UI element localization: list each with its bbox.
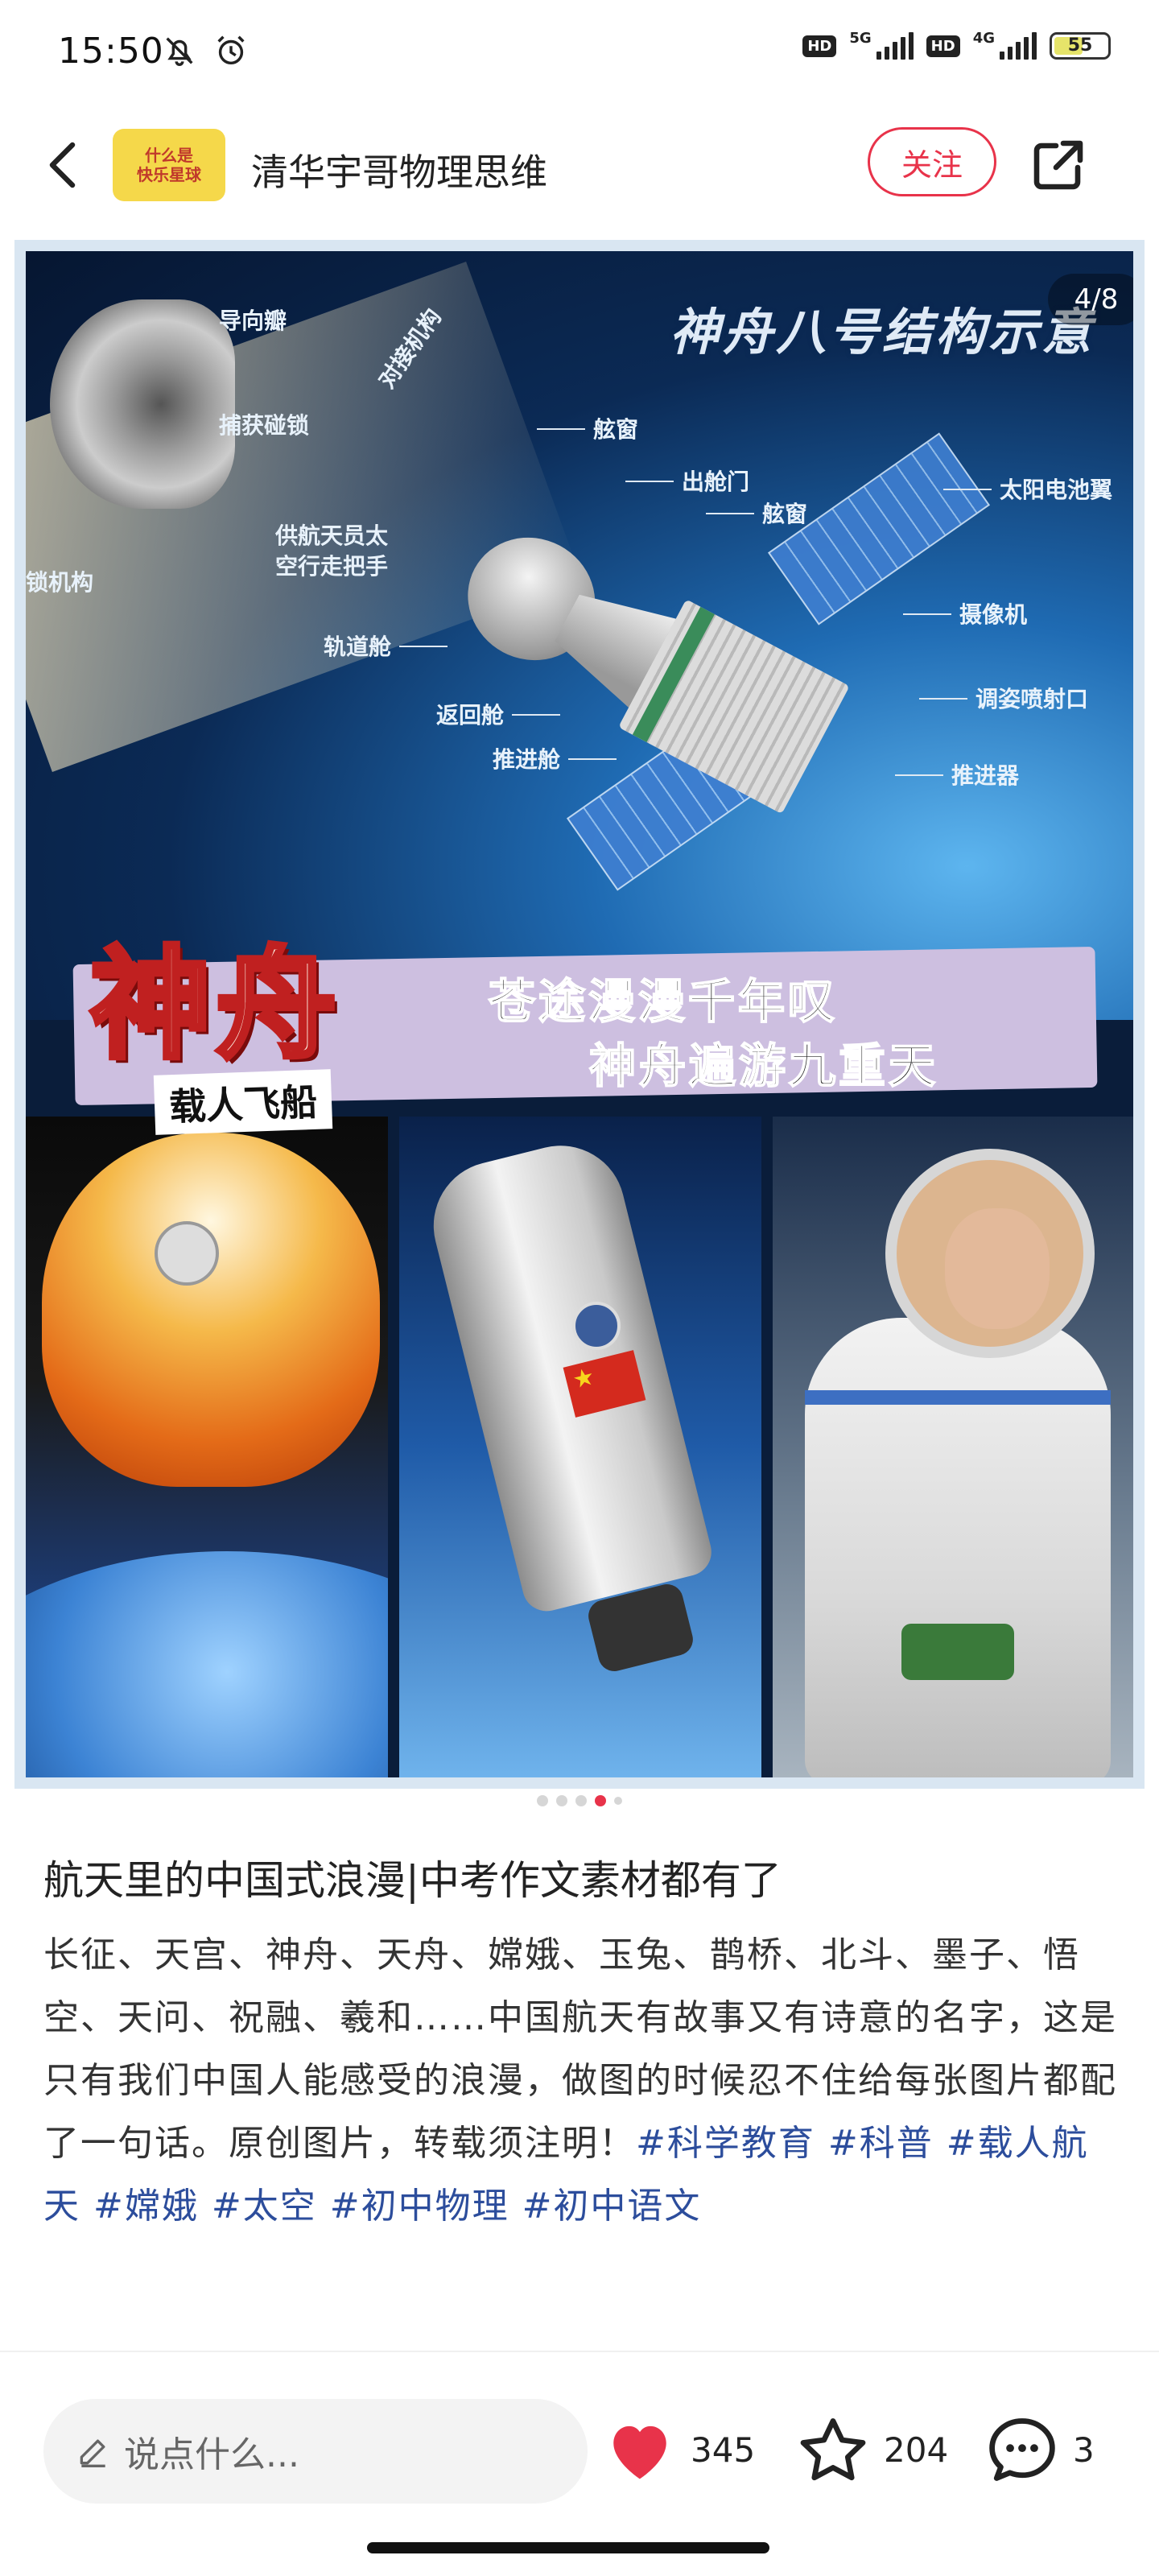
divider	[0, 2351, 1159, 2352]
poem-line-1: 苍途漫漫千年叹	[488, 973, 839, 1030]
bottom-action-bar: 说点什么... 345 204 3	[0, 2367, 1159, 2528]
heart-filled-icon	[613, 2425, 666, 2479]
post-image-frame: 导向瓣 捕获碰锁 锁机构 对接机构 神舟八号结构示意 4/8 舷窗 出舱门 舷窗…	[14, 240, 1145, 1789]
capsule-window	[155, 1221, 219, 1286]
label-return-module: 返回舱	[436, 698, 561, 730]
hashtag-link[interactable]: #太空	[199, 2186, 317, 2227]
status-icons-left	[161, 32, 250, 72]
comment-placeholder: 说点什么...	[124, 2434, 299, 2475]
astronaut-face	[945, 1208, 1050, 1329]
comment-input[interactable]: 说点什么...	[43, 2399, 588, 2504]
post-body: 长征、天宫、神舟、天舟、嫦娥、玉兔、鹊桥、北斗、墨子、悟空、天问、祝融、羲和………	[43, 1924, 1122, 2238]
space-emblem	[572, 1302, 621, 1350]
suit-stripe	[805, 1390, 1111, 1405]
docking-mechanism-picture	[50, 299, 235, 509]
carousel-indicator	[0, 1795, 1159, 1806]
author-name[interactable]: 清华宇哥物理思维	[251, 143, 547, 196]
follow-button[interactable]: 关注	[868, 127, 996, 196]
reentry-capsule-photo	[26, 1117, 388, 1777]
spacecraft-diagram: 导向瓣 捕获碰锁 锁机构 对接机构 神舟八号结构示意 4/8 舷窗 出舱门 舷窗…	[26, 251, 1133, 1020]
label-handrail: 供航天员太 空行走把手	[275, 521, 388, 582]
diagram-title: 神舟八号结构示意	[670, 303, 1095, 361]
like-count: 345	[691, 2429, 756, 2470]
status-time: 15:50	[58, 31, 164, 72]
label-lock-mechanism: 锁机构	[26, 565, 93, 597]
back-button[interactable]	[32, 133, 97, 197]
avatar-text-2: 快乐星球	[137, 165, 201, 184]
suit-belt	[901, 1624, 1014, 1680]
earth-horizon	[26, 1551, 388, 1777]
label-attitude-nozzle: 调姿喷射口	[918, 682, 1088, 714]
carousel-dot	[556, 1795, 567, 1806]
label-window-2: 舷窗	[705, 497, 807, 529]
status-bar: 15:50 HD 5G HD 4G 55	[0, 0, 1159, 105]
carousel-dot	[595, 1795, 606, 1806]
poem-line-2: 神舟遍游九重天	[588, 1038, 939, 1094]
hashtag-link[interactable]: #科普	[815, 2123, 934, 2164]
helmet	[885, 1149, 1095, 1358]
signal-icon	[876, 32, 914, 60]
mute-bell-icon	[161, 32, 198, 72]
favorite-count: 204	[884, 2429, 949, 2470]
battery-percent: 55	[1067, 35, 1093, 56]
comment-count: 3	[1073, 2429, 1095, 2470]
orbiting-module-photo	[399, 1117, 761, 1777]
star-outline-icon	[800, 2418, 866, 2481]
carousel-dot	[537, 1795, 548, 1806]
solar-panel-upper	[767, 432, 991, 625]
signal-icon-2	[1000, 32, 1037, 60]
share-external-icon	[1033, 140, 1083, 190]
post-image[interactable]: 导向瓣 捕获碰锁 锁机构 对接机构 神舟八号结构示意 4/8 舷窗 出舱门 舷窗…	[26, 251, 1133, 1777]
favorite-button[interactable]: 204	[797, 2405, 948, 2494]
post-title: 航天里的中国式浪漫|中考作文素材都有了	[43, 1857, 782, 1904]
hashtag-link[interactable]: #初中物理	[317, 2186, 509, 2227]
label-capture-lock: 捕获碰锁	[219, 408, 309, 440]
banner-subtitle: 载人飞船	[153, 1069, 333, 1135]
battery-icon: 55	[1050, 32, 1111, 60]
author-avatar[interactable]: 什么是 快乐星球	[113, 129, 225, 201]
label-hatch: 出舱门	[625, 464, 749, 497]
alarm-icon	[212, 32, 250, 72]
label-window-1: 舷窗	[536, 412, 638, 444]
label-solar-wing: 太阳电池翼	[942, 473, 1112, 505]
status-icons-right: HD 5G HD 4G 55	[802, 29, 1111, 60]
label-propulsion-module: 推进舱	[493, 742, 617, 774]
post-header: 什么是 快乐星球 清华宇哥物理思维 关注	[0, 105, 1159, 225]
astronaut-photo	[773, 1117, 1133, 1777]
pencil-icon	[80, 2439, 105, 2467]
label-guide: 导向瓣	[219, 303, 287, 336]
photo-panels	[26, 1117, 1133, 1777]
home-indicator[interactable]	[367, 2542, 769, 2553]
hd-icon-2: HD	[926, 35, 960, 57]
label-thruster: 推进器	[894, 758, 1019, 791]
banner-title: 神舟	[88, 933, 342, 1078]
network-type-5g: 5G	[849, 29, 872, 47]
chevron-left-icon	[49, 142, 76, 188]
burning-capsule-shape	[42, 1133, 380, 1487]
label-camera: 摄像机	[902, 597, 1027, 630]
carousel-dot	[575, 1795, 587, 1806]
chat-bubble-icon	[989, 2418, 1055, 2481]
like-button[interactable]: 345	[604, 2405, 755, 2494]
spacesuit	[805, 1318, 1111, 1777]
title-banner: 神舟 载人飞船 苍途漫漫千年叹 神舟遍游九重天	[26, 907, 1133, 1135]
carousel-dot	[614, 1797, 622, 1805]
label-orbital-module: 轨道舱	[324, 630, 448, 662]
hashtag-link[interactable]: #科学教育	[636, 2123, 815, 2164]
page-counter: 4/8	[1048, 274, 1133, 325]
network-type-4g: 4G	[972, 29, 995, 47]
hd-icon: HD	[802, 35, 837, 57]
hashtag-link[interactable]: #初中语文	[509, 2186, 702, 2227]
avatar-text-1: 什么是	[145, 146, 193, 165]
hashtag-link[interactable]: #嫦娥	[80, 2186, 199, 2227]
share-button[interactable]	[1022, 129, 1095, 201]
comment-button[interactable]: 3	[986, 2405, 1095, 2494]
